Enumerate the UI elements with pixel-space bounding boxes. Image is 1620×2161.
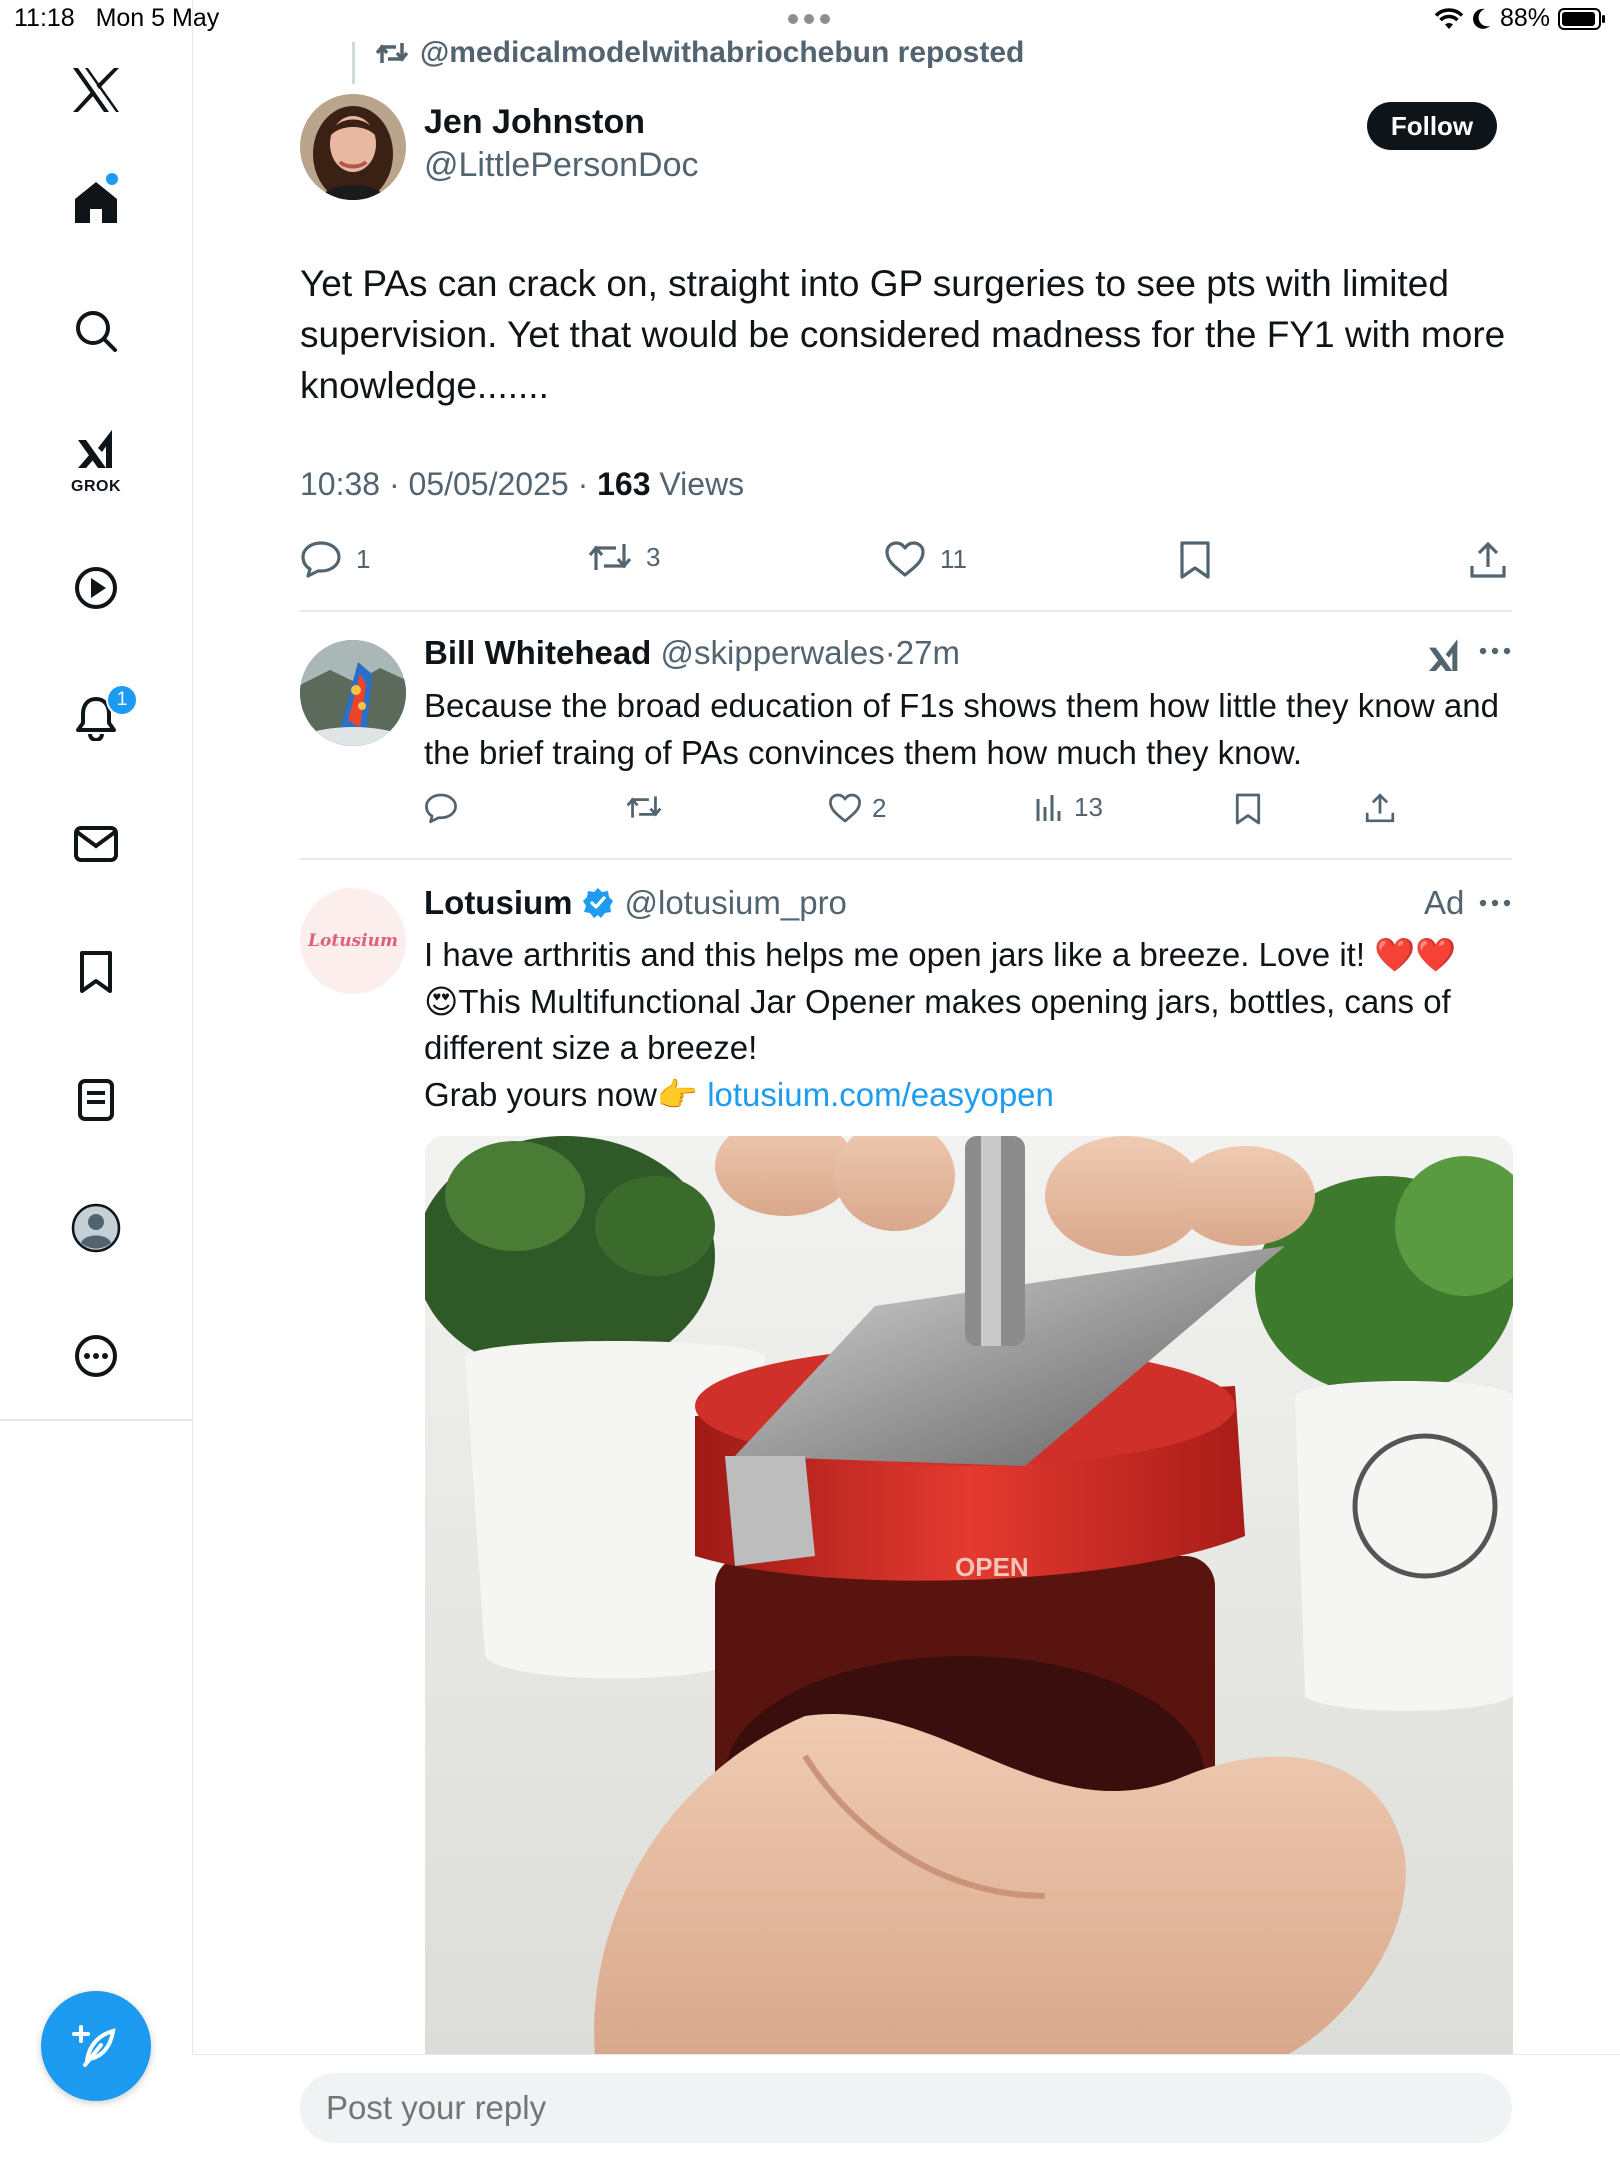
reply-author-avatar[interactable]: [300, 640, 406, 746]
video-play-icon[interactable]: [70, 562, 122, 614]
repost-count: 3: [646, 541, 661, 572]
compose-post-button[interactable]: [41, 1991, 151, 2101]
sidebar-divider: [0, 1419, 192, 1421]
battery-icon: [1558, 7, 1606, 31]
post-divider: [300, 610, 1512, 612]
reply-views-count: 13: [1074, 792, 1103, 822]
reply-reply-action[interactable]: [424, 792, 458, 824]
status-bar-right: 88%: [1434, 4, 1606, 33]
repost-icon: [626, 792, 662, 822]
reply-composer-bar: [192, 2054, 1620, 2161]
grok-icon[interactable]: [70, 424, 122, 476]
profile-avatar-icon[interactable]: [70, 1202, 122, 1254]
reply-like-count: 2: [872, 792, 887, 823]
post-meta: 10:38 · 05/05/2025 · 163 Views: [300, 466, 745, 502]
ad-text-line1: I have arthritis and this helps me open …: [424, 936, 1457, 973]
compose-feather-icon: [71, 2021, 121, 2071]
post-text: Yet PAs can crack on, straight into GP s…: [300, 263, 1506, 406]
bookmark-icon: [1178, 540, 1212, 580]
reply-author-handle[interactable]: @skipperwales: [661, 634, 885, 671]
repost-icon: [588, 540, 632, 574]
ad-avatar-logo-text: Lotusium: [308, 931, 398, 951]
moon-icon: [1472, 7, 1492, 31]
reply-header: Bill Whitehead @skipperwales·27m: [424, 634, 960, 671]
ad-author-avatar[interactable]: Lotusium: [300, 888, 406, 994]
heart-icon: [828, 792, 862, 824]
reply-age: 27m: [895, 634, 960, 671]
author-name[interactable]: Jen Johnston: [424, 103, 645, 142]
post-date: 05/05/2025: [408, 466, 569, 502]
grok-explain-icon[interactable]: [1424, 636, 1464, 676]
bookmark-icon: [1234, 792, 1262, 826]
x-logo-icon[interactable]: [70, 64, 122, 116]
more-circle-icon[interactable]: [70, 1330, 122, 1382]
ad-text-line2: 😍This Multifunctional Jar Opener makes o…: [424, 982, 1451, 1067]
ad-author-handle[interactable]: @lotusium_pro: [624, 884, 846, 922]
follow-button[interactable]: Follow: [1367, 102, 1497, 150]
ad-more-icon[interactable]: [1478, 898, 1512, 908]
reply-share-action[interactable]: [1364, 792, 1396, 824]
lists-icon[interactable]: [70, 1074, 122, 1126]
reply-like-action[interactable]: 2: [828, 792, 886, 824]
post-views-count: 163: [597, 466, 651, 502]
home-unread-dot: [106, 173, 118, 185]
bookmark-icon[interactable]: [70, 946, 122, 998]
like-count: 11: [940, 543, 967, 574]
ad-text-line3: Grab yours now👉: [424, 1075, 708, 1113]
verified-badge-icon: [582, 887, 614, 919]
like-action[interactable]: 11: [884, 540, 967, 578]
multitasking-dots-icon[interactable]: [786, 12, 832, 26]
reply-action[interactable]: 1: [300, 540, 370, 578]
share-action[interactable]: [1468, 540, 1508, 580]
messages-envelope-icon[interactable]: [70, 818, 122, 870]
reply-icon: [300, 540, 342, 578]
thread-line: [352, 42, 355, 84]
ad-link[interactable]: lotusium.com/easyopen: [707, 1076, 1054, 1113]
repost-indicator: @medicalmodelwithabriochebun reposted: [376, 36, 1024, 70]
share-icon: [1468, 540, 1508, 580]
ad-media-open-text: OPEN: [955, 1552, 1029, 1582]
repost-action[interactable]: 3: [588, 540, 660, 574]
reply-views-action[interactable]: 13: [1034, 792, 1103, 823]
post-views-label: Views: [659, 466, 745, 502]
reply-input[interactable]: [300, 2073, 1512, 2143]
reply-repost-action[interactable]: [626, 792, 662, 822]
reply-count: 1: [356, 543, 371, 574]
post-time: 10:38: [300, 466, 381, 502]
reply-author-name[interactable]: Bill Whitehead: [424, 634, 651, 671]
bookmark-action[interactable]: [1178, 540, 1212, 580]
sidebar: GROK 1: [0, 0, 193, 2160]
ad-author-name[interactable]: Lotusium: [424, 884, 572, 922]
reply-divider: [300, 858, 1512, 860]
repost-icon: [376, 39, 408, 67]
reply-bookmark-action[interactable]: [1234, 792, 1262, 826]
repost-text[interactable]: @medicalmodelwithabriochebun reposted: [420, 36, 1024, 70]
views-bar-icon: [1034, 793, 1064, 823]
reply-text: Because the broad education of F1s shows…: [424, 687, 1499, 771]
author-handle[interactable]: @LittlePersonDoc: [424, 146, 699, 185]
reply-more-icon[interactable]: [1478, 646, 1512, 656]
wifi-icon: [1434, 7, 1464, 31]
notification-badge: 1: [106, 684, 138, 716]
ad-label: Ad: [1424, 884, 1465, 921]
author-avatar[interactable]: [300, 94, 406, 200]
ad-header: Lotusium @lotusium_pro: [424, 884, 847, 922]
ad-video[interactable]: OPEN: [425, 1136, 1513, 2056]
grok-label: GROK: [71, 478, 121, 495]
battery-percent: 88%: [1499, 4, 1550, 32]
share-icon: [1364, 792, 1396, 824]
reply-icon: [424, 792, 458, 824]
ad-text: I have arthritis and this helps me open …: [424, 932, 1524, 1118]
search-icon[interactable]: [70, 305, 122, 357]
heart-icon: [884, 540, 926, 578]
